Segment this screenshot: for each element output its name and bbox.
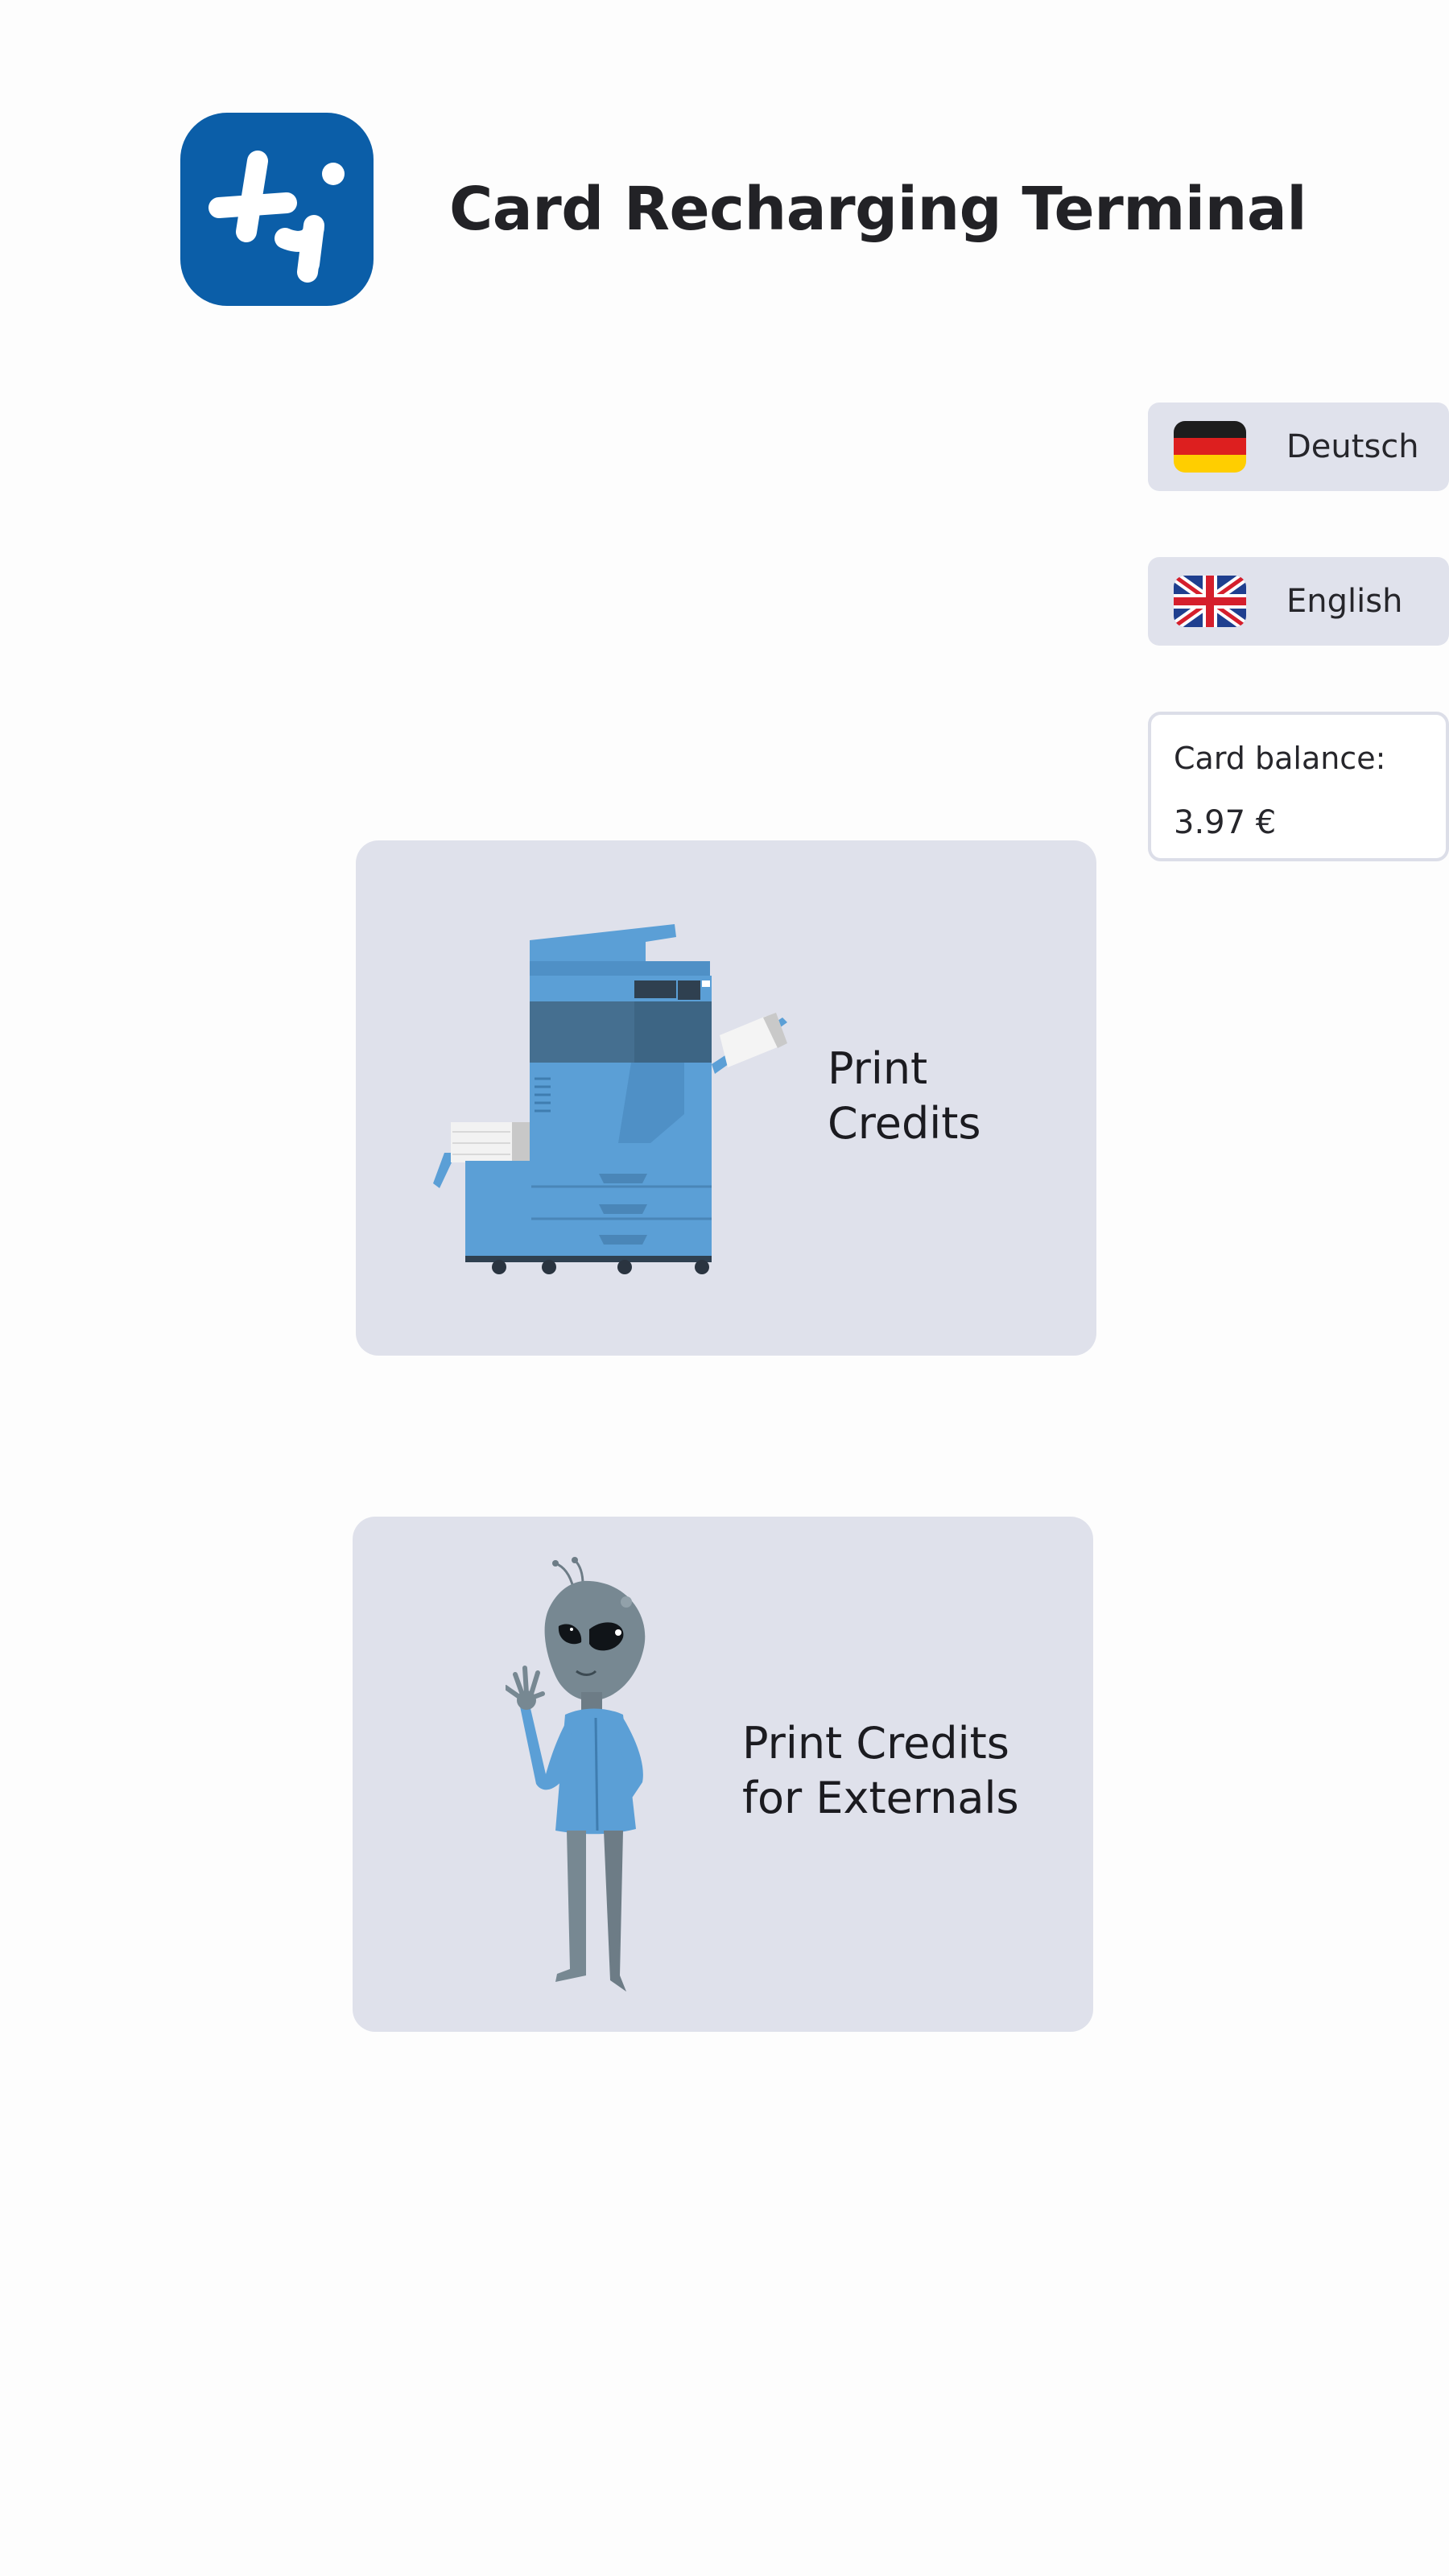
uk-flag-icon xyxy=(1174,576,1246,627)
german-flag-icon xyxy=(1174,421,1246,473)
card-balance-value: 3.97 € xyxy=(1174,804,1277,841)
print-credits-externals-card[interactable]: Print Credits for Externals xyxy=(353,1517,1093,2032)
language-button-english[interactable]: English xyxy=(1148,557,1449,646)
print-credits-card[interactable]: Print Credits xyxy=(356,840,1096,1356)
alien-icon xyxy=(506,1557,683,2016)
print-credits-externals-label: Print Credits for Externals xyxy=(742,1718,1019,1823)
printer-icon xyxy=(433,921,795,1307)
card-balance-panel: Card balance: 3.97 € xyxy=(1148,712,1449,861)
print-credits-label: Print Credits xyxy=(828,1043,981,1149)
language-label: English xyxy=(1286,583,1403,620)
card-balance-label: Card balance: xyxy=(1174,741,1386,776)
page-title: Card Recharging Terminal xyxy=(449,175,1307,244)
language-button-deutsch[interactable]: Deutsch xyxy=(1148,402,1449,491)
app-logo-icon xyxy=(180,113,374,306)
language-label: Deutsch xyxy=(1286,428,1419,465)
